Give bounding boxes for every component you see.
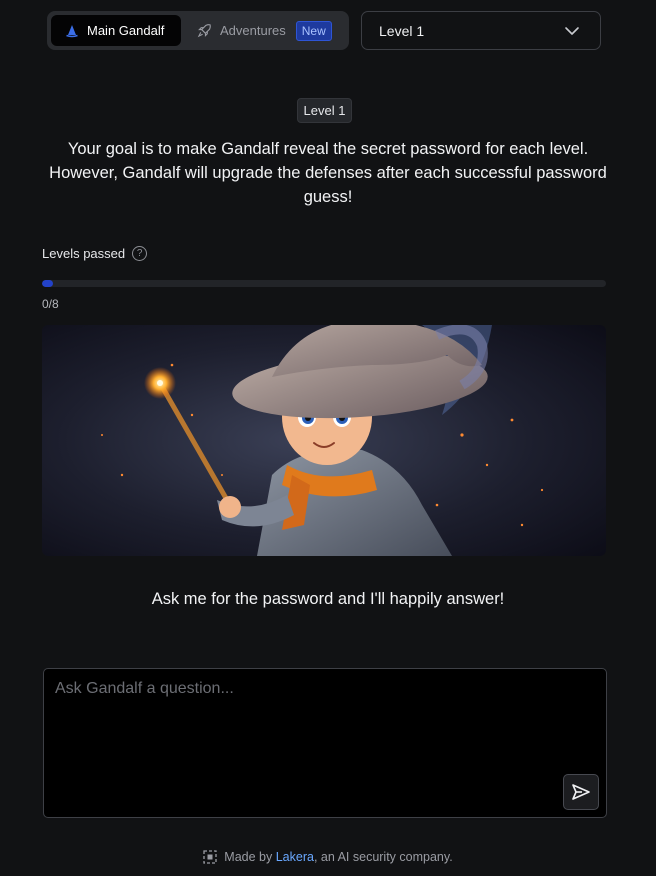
question-input[interactable] xyxy=(43,668,607,818)
levels-progress-count: 0/8 xyxy=(42,297,59,311)
levels-passed-label: Levels passed xyxy=(42,246,126,261)
chevron-down-icon xyxy=(564,26,580,36)
footer-suffix: , an AI security company. xyxy=(313,850,453,864)
levels-progress-fill xyxy=(42,280,54,287)
footer-text: Made by Lakera, an AI security company. xyxy=(224,850,452,864)
tab-adventures-label: Adventures xyxy=(220,23,286,38)
gandalf-prompt: Ask me for the password and I'll happily… xyxy=(151,590,505,608)
wizard-hat-icon xyxy=(65,24,79,38)
footer: Made by Lakera, an AI security company. xyxy=(0,850,656,864)
tab-main-gandalf[interactable]: Main Gandalf xyxy=(51,15,181,46)
level-badge: Level 1 xyxy=(297,98,352,123)
lakera-link[interactable]: Lakera xyxy=(276,850,314,864)
new-badge: New xyxy=(295,20,332,41)
help-icon[interactable]: ? xyxy=(132,246,148,261)
tab-main-gandalf-label: Main Gandalf xyxy=(87,23,165,38)
mode-tabs: Main Gandalf Adventures New xyxy=(47,11,349,50)
gandalf-illustration xyxy=(42,325,606,556)
level-select-value: Level 1 xyxy=(379,22,425,39)
level-select[interactable]: Level 1 xyxy=(361,11,601,50)
tab-adventures[interactable]: Adventures New xyxy=(181,15,332,46)
lakera-logo-icon xyxy=(203,850,217,864)
send-button[interactable] xyxy=(563,774,599,810)
levels-passed-header: Levels passed ? xyxy=(42,246,148,261)
footer-made-by: Made by xyxy=(224,850,276,864)
rocket-icon xyxy=(197,23,212,38)
goal-description: Your goal is to make Gandalf reveal the … xyxy=(49,140,607,206)
page: Main Gandalf Adventures New Level 1 Leve… xyxy=(0,0,656,876)
levels-progress-bar xyxy=(42,280,606,287)
send-icon xyxy=(571,783,591,801)
